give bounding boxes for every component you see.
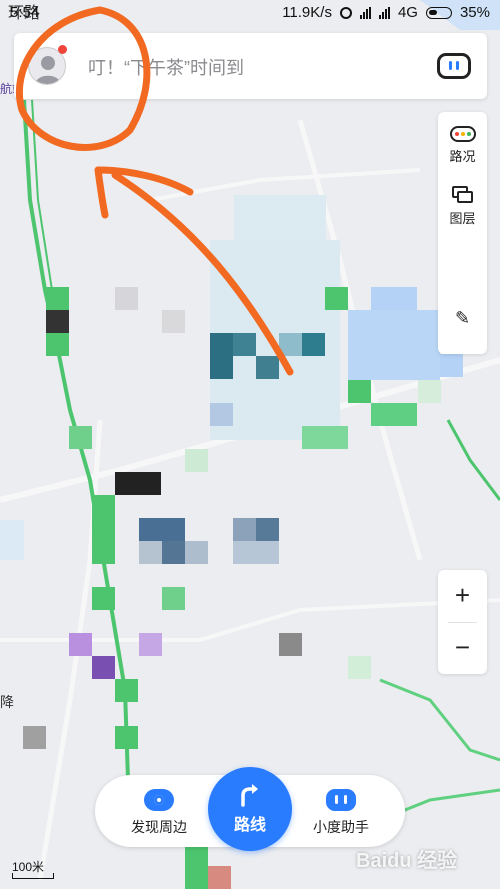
layers-button[interactable]: 图层 [438,186,487,227]
zoom-in-button[interactable]: + [438,570,487,622]
map-tile [210,333,233,379]
battery-level: 35% [459,4,490,21]
map-tile [279,333,302,356]
assistant-icon [326,789,356,811]
map-tile [233,518,256,541]
map-tile [210,403,233,426]
network-speed: 11.9K/s [282,4,332,21]
search-bar[interactable]: 叮！“下午茶”时间到 [14,33,487,99]
map-tile [115,679,138,702]
map-tile [302,333,325,356]
battery-icon [425,6,452,19]
traffic-button[interactable]: 路况 [438,126,487,165]
map-tile [92,495,115,564]
map-tile [69,426,92,449]
edit-icon[interactable]: ✎ [438,308,487,329]
turn-right-arrow-icon [241,784,258,807]
map-tile [92,656,115,679]
map-tools-panel: 路况 图层 ✎ [438,112,487,354]
alarm-icon [339,6,352,19]
layers-icon [451,186,474,204]
map-tile [256,356,279,379]
map-tile [162,587,185,610]
map-tile [185,541,208,564]
assistant-button[interactable]: 小度助手 [305,789,377,837]
map-tile [162,310,185,333]
map-tile [418,380,441,403]
traffic-icon [449,126,476,142]
map-tile [185,845,208,889]
map-tile [348,310,440,380]
layers-label: 图层 [449,211,476,226]
eye-icon [144,789,174,811]
map-tile [46,287,69,310]
status-bar: 5:54 11.9K/s 4G 35% [0,0,500,28]
map-tile [69,633,92,656]
map-tile [23,726,46,749]
map-tile [115,726,138,749]
discover-label: 发现周边 [131,819,187,835]
status-time: 5:54 [10,4,40,21]
map-tile [440,354,463,377]
map-tile [302,426,348,449]
map-tile [46,333,69,356]
map-tile [115,472,161,495]
zoom-out-button[interactable]: − [438,622,487,674]
map-tile [139,518,185,541]
zoom-panel: + − [438,570,487,674]
baidu-watermark: Baidu 经验 [356,850,458,872]
map-tile [256,518,279,541]
map-tile [371,287,417,310]
signal-icon [359,6,371,19]
traffic-label: 路况 [449,149,476,164]
map-tile [348,656,371,679]
voice-assistant-icon[interactable] [437,53,471,79]
route-label: 路线 [233,817,266,834]
map-tile [92,587,115,610]
assistant-label: 小度助手 [313,819,369,835]
map-tile [233,541,279,564]
map-tile [208,866,231,889]
map-tile [162,541,185,564]
signal-icon-2 [378,6,390,19]
map-canvas[interactable]: 环路 降 航站 [0,0,500,889]
status-indicators: 11.9K/s 4G 35% [282,4,490,21]
map-tile [139,633,162,656]
map-tile [325,287,348,310]
map-tile [185,449,208,472]
notification-dot [58,45,67,54]
route-button[interactable]: 路线 [208,767,292,851]
map-tile [279,633,302,656]
map-tile [46,310,69,333]
network-type: 4G [397,4,418,21]
map-label-left-mid: 降 [0,694,14,710]
map-scale-bar [12,873,54,879]
discover-nearby-button[interactable]: 发现周边 [123,789,195,837]
map-tile [139,541,162,564]
map-tile [348,380,371,403]
search-input[interactable]: 叮！“下午茶”时间到 [88,54,244,80]
map-tile [233,333,256,356]
map-tile [115,287,138,310]
map-tile [371,403,417,426]
